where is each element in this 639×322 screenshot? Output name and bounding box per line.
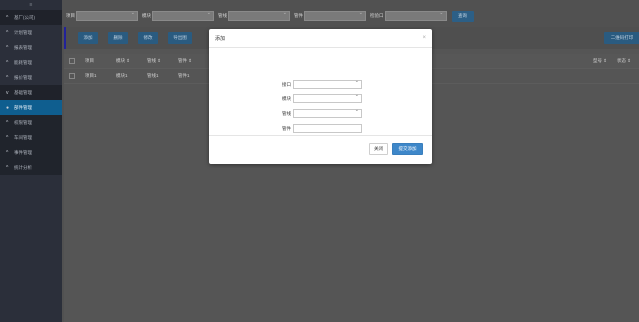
filter-label-inspection: 检验口 [370,13,384,18]
sidebar-item-4[interactable]: ^ 报价管理 [0,70,62,85]
filter-label-module: 模块 [142,13,151,18]
chevron-up-icon: ^ [6,149,9,156]
sidebar-item-0[interactable]: ^ 基厂(公司) [0,10,62,25]
chevron-up-icon: ^ [6,164,9,171]
dialog-footer: 关闭 提交添加 [209,135,432,164]
fitting-input[interactable] [293,124,362,133]
filter-label-pipeline: 管线 [218,13,227,18]
column-header-pipeline[interactable]: 管线 ⇕ [145,58,176,64]
filter-module-select[interactable] [152,10,214,21]
pipeline-label: 管线 [282,110,291,116]
export-button[interactable]: 导出图 [168,32,192,44]
form-row-pipeline: 管线 [209,107,432,118]
edit-button[interactable]: 修改 [138,32,158,44]
filter-fitting-select[interactable] [304,10,366,21]
column-header-model[interactable]: 型号 ⇕ [591,58,615,64]
sidebar-item-label: 能耗管理 [14,59,32,65]
sidebar-item-3[interactable]: ^ 能耗管理 [0,55,62,70]
cell-pipeline: 管线1 [147,73,159,78]
sidebar-item-label: 权限管理 [14,119,32,125]
sidebar-item-label: 车间管理 [14,134,32,140]
add-button[interactable]: 添加 [78,32,98,44]
sidebar-item-label: 基础管理 [14,89,32,95]
select-all-checkbox[interactable] [69,58,75,64]
delete-button[interactable]: 删除 [108,32,128,44]
form-row-fitting: 管件 [209,124,432,133]
sidebar-item-2[interactable]: ^ 报表管理 [0,40,62,55]
chevron-up-icon: ^ [6,134,9,141]
chevron-up-icon: ^ [6,119,9,126]
menu-toggle-icon[interactable]: ≡ [0,0,62,10]
module-select[interactable] [293,92,362,103]
filter-bar: 项目 模块 管线 管件 检验口 查询 [62,6,639,26]
close-button[interactable]: 关闭 [369,143,388,155]
chevron-up-icon: ^ [6,29,9,36]
dialog-form: 接口 模块 管线 管件 [209,48,432,135]
filter-label-project: 项目 [66,13,75,18]
column-header-status[interactable]: 状态 ⇕ [615,58,639,64]
sidebar-item-label: 报价管理 [14,74,32,80]
qrcode-print-button[interactable]: 二维码打印 [604,32,639,44]
query-button[interactable]: 查询 [451,10,474,22]
module-label: 模块 [282,95,291,101]
sidebar-item-9[interactable]: ^ 事件管理 [0,145,62,160]
row-checkbox[interactable] [69,73,75,79]
cell-fitting: 管件1 [178,73,190,78]
sidebar-item-label: 事件管理 [14,149,32,155]
sidebar: ≡ ^ 基厂(公司) ^ 计划管理 ^ 报表管理 ^ 能耗管理 ^ 报价管理 v 基础管理 ● 部件管理 ^… [0,0,62,322]
fitting-label: 管件 [282,125,291,131]
sidebar-item-10[interactable]: ^ 统计分析 [0,160,62,175]
user-icon: ● [6,104,10,111]
sidebar-item-label: 统计分析 [14,164,32,170]
sidebar-item-6[interactable]: ● 部件管理 [0,100,62,115]
filter-inspection-select[interactable] [384,10,447,21]
sidebar-item-1[interactable]: ^ 计划管理 [0,25,62,40]
add-dialog: 添加 × 接口 模块 管线 管件 关闭 提交添加 [209,29,432,164]
filter-project-select[interactable] [76,10,138,21]
interface-select[interactable] [293,78,362,89]
form-row-module: 模块 [209,92,432,103]
dialog-header: 添加 × [209,29,432,48]
sidebar-item-7[interactable]: ^ 权限管理 [0,115,62,130]
sidebar-item-label: 基厂(公司) [14,14,35,20]
column-header-project[interactable]: 项目 [83,58,114,64]
pipeline-select[interactable] [293,107,362,118]
cell-module: 模块1 [116,73,128,78]
close-icon[interactable]: × [422,35,426,41]
chevron-up-icon: ^ [6,44,9,51]
sidebar-item-label: 计划管理 [14,29,32,35]
interface-label: 接口 [282,81,291,87]
chevron-up-icon: ^ [6,14,9,21]
chevron-down-icon: v [6,89,9,96]
sidebar-item-5[interactable]: v 基础管理 [0,85,62,100]
filter-pipeline-select[interactable] [228,10,290,21]
column-header-fitting[interactable]: 管件 ⇕ [176,58,207,64]
cell-project: 项目1 [85,73,97,78]
sidebar-item-label: 部件管理 [14,104,32,110]
chevron-up-icon: ^ [6,74,9,81]
filter-label-fitting: 管件 [294,13,303,18]
column-header-module[interactable]: 模块 ⇕ [114,58,145,64]
sidebar-item-8[interactable]: ^ 车间管理 [0,130,62,145]
chevron-up-icon: ^ [6,59,9,66]
dialog-title: 添加 [215,35,226,42]
sidebar-item-label: 报表管理 [14,44,32,50]
form-row-interface: 接口 [209,78,432,89]
submit-add-button[interactable]: 提交添加 [392,143,423,155]
